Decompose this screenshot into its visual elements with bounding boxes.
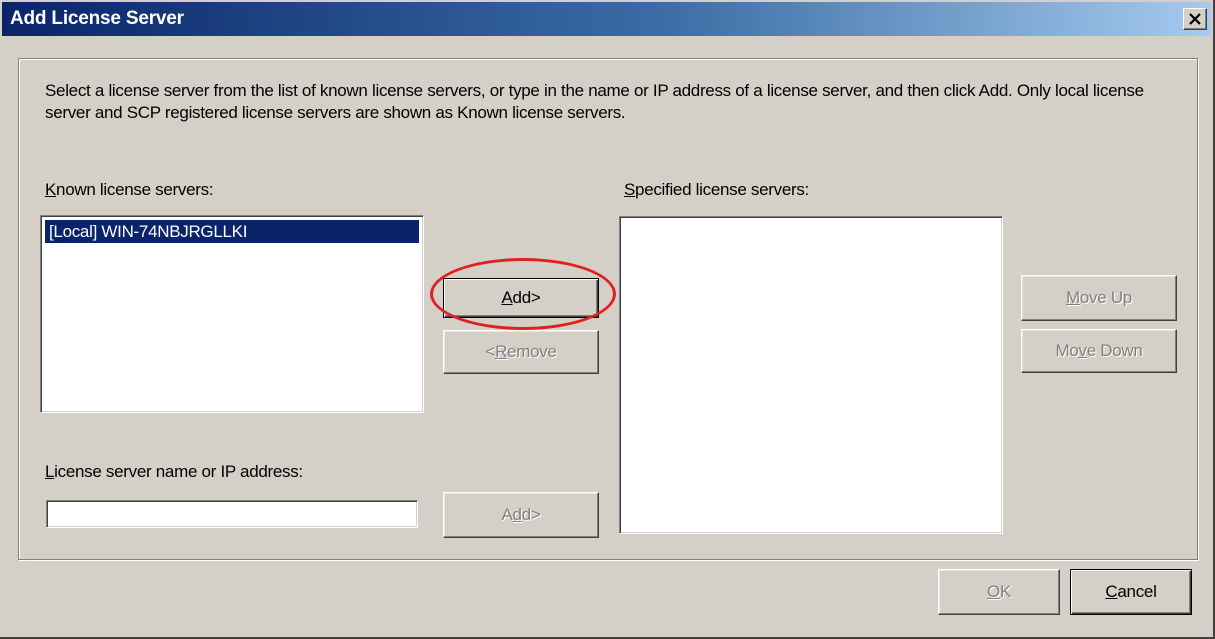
server-name-input[interactable] <box>46 500 418 528</box>
known-servers-list[interactable]: [Local] WIN-74NBJRGLLKI <box>40 215 424 413</box>
remove-button[interactable]: < Remove <box>443 330 599 374</box>
close-button[interactable] <box>1183 8 1207 30</box>
close-icon <box>1189 13 1201 25</box>
instructions-text: Select a license server from the list of… <box>45 81 1144 122</box>
title-bar[interactable]: Add License Server <box>2 2 1211 36</box>
ok-button[interactable]: OK <box>938 569 1060 615</box>
add-license-server-dialog: Add License Server Select a license serv… <box>0 0 1215 639</box>
move-down-button[interactable]: Mo v e Down <box>1021 329 1177 373</box>
specified-servers-label: Specified license servers: <box>624 180 809 199</box>
specified-servers-list[interactable] <box>619 216 1003 534</box>
add-button[interactable]: Add> <box>443 278 599 318</box>
list-item[interactable]: [Local] WIN-74NBJRGLLKI <box>45 220 419 243</box>
server-name-label: License server name or IP address: <box>45 462 303 481</box>
move-up-button[interactable]: Move Up <box>1021 275 1177 321</box>
add-by-name-button[interactable]: Ad d> <box>443 492 599 538</box>
cancel-button[interactable]: Cancel <box>1070 569 1192 615</box>
dialog-title: Add License Server <box>10 8 184 29</box>
known-servers-label: Known license servers: <box>45 180 214 199</box>
